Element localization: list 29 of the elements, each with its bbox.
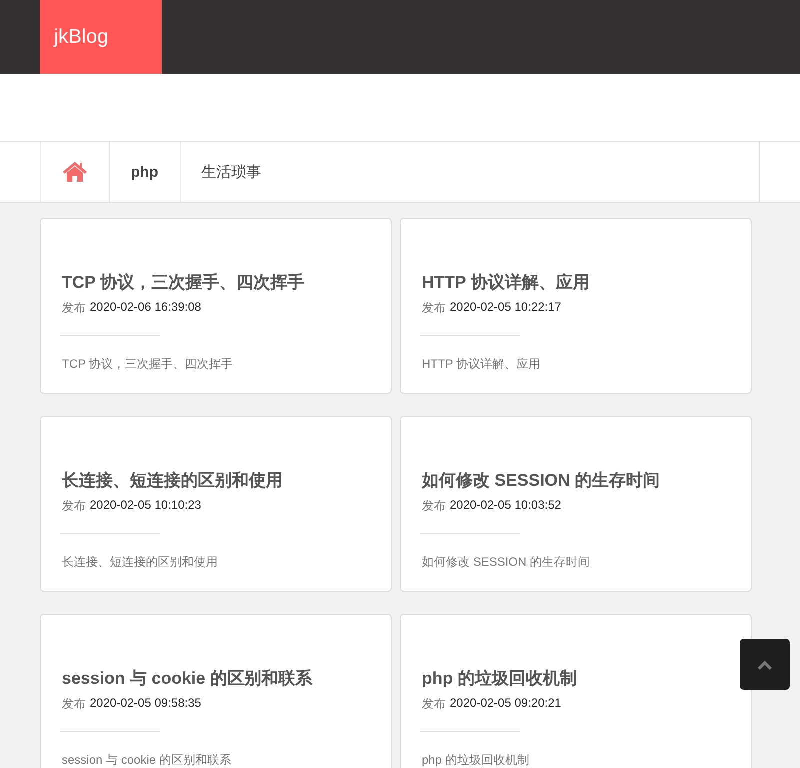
post-date: 2020-02-05 10:10:23	[90, 498, 202, 514]
chevron-up-icon	[757, 660, 773, 670]
back-to-top-button[interactable]	[740, 639, 790, 690]
home-icon	[62, 161, 88, 183]
post-date: 2020-02-06 16:39:08	[90, 300, 202, 316]
post-excerpt: session 与 cookie 的区别和联系	[62, 752, 232, 768]
post-date: 2020-02-05 09:20:21	[450, 696, 562, 712]
post-date: 2020-02-05 10:03:52	[450, 498, 562, 514]
published-label: 发布	[62, 300, 86, 317]
post-date: 2020-02-05 09:58:35	[90, 696, 202, 712]
nav-item[interactable]: 生活琐事	[180, 142, 282, 202]
post-excerpt: 如何修改 SESSION 的生存时间	[422, 554, 592, 571]
post-title[interactable]: 长连接、短连接的区别和使用	[62, 469, 370, 492]
published-label: 发布	[422, 696, 446, 713]
nav-item[interactable]: php	[109, 142, 180, 202]
post-title[interactable]: php 的垃圾回收机制	[422, 667, 730, 690]
post-excerpt: TCP 协议，三次握手、四次挥手	[62, 356, 234, 373]
post-excerpt: 长连接、短连接的区别和使用	[62, 554, 219, 571]
post-title[interactable]: 如何修改 SESSION 的生存时间	[422, 469, 730, 492]
post-title[interactable]: TCP 协议，三次握手、四次挥手	[62, 271, 370, 294]
published-label: 发布	[422, 300, 446, 317]
published-label: 发布	[422, 498, 446, 515]
post-title[interactable]: HTTP 协议详解、应用	[422, 271, 730, 294]
post-excerpt: HTTP 协议详解、应用	[422, 356, 542, 373]
published-label: 发布	[62, 696, 86, 713]
post-date: 2020-02-05 10:22:17	[450, 300, 562, 316]
published-label: 发布	[62, 498, 86, 515]
post-title[interactable]: session 与 cookie 的区别和联系	[62, 667, 370, 690]
post-excerpt: php 的垃圾回收机制	[422, 752, 530, 768]
